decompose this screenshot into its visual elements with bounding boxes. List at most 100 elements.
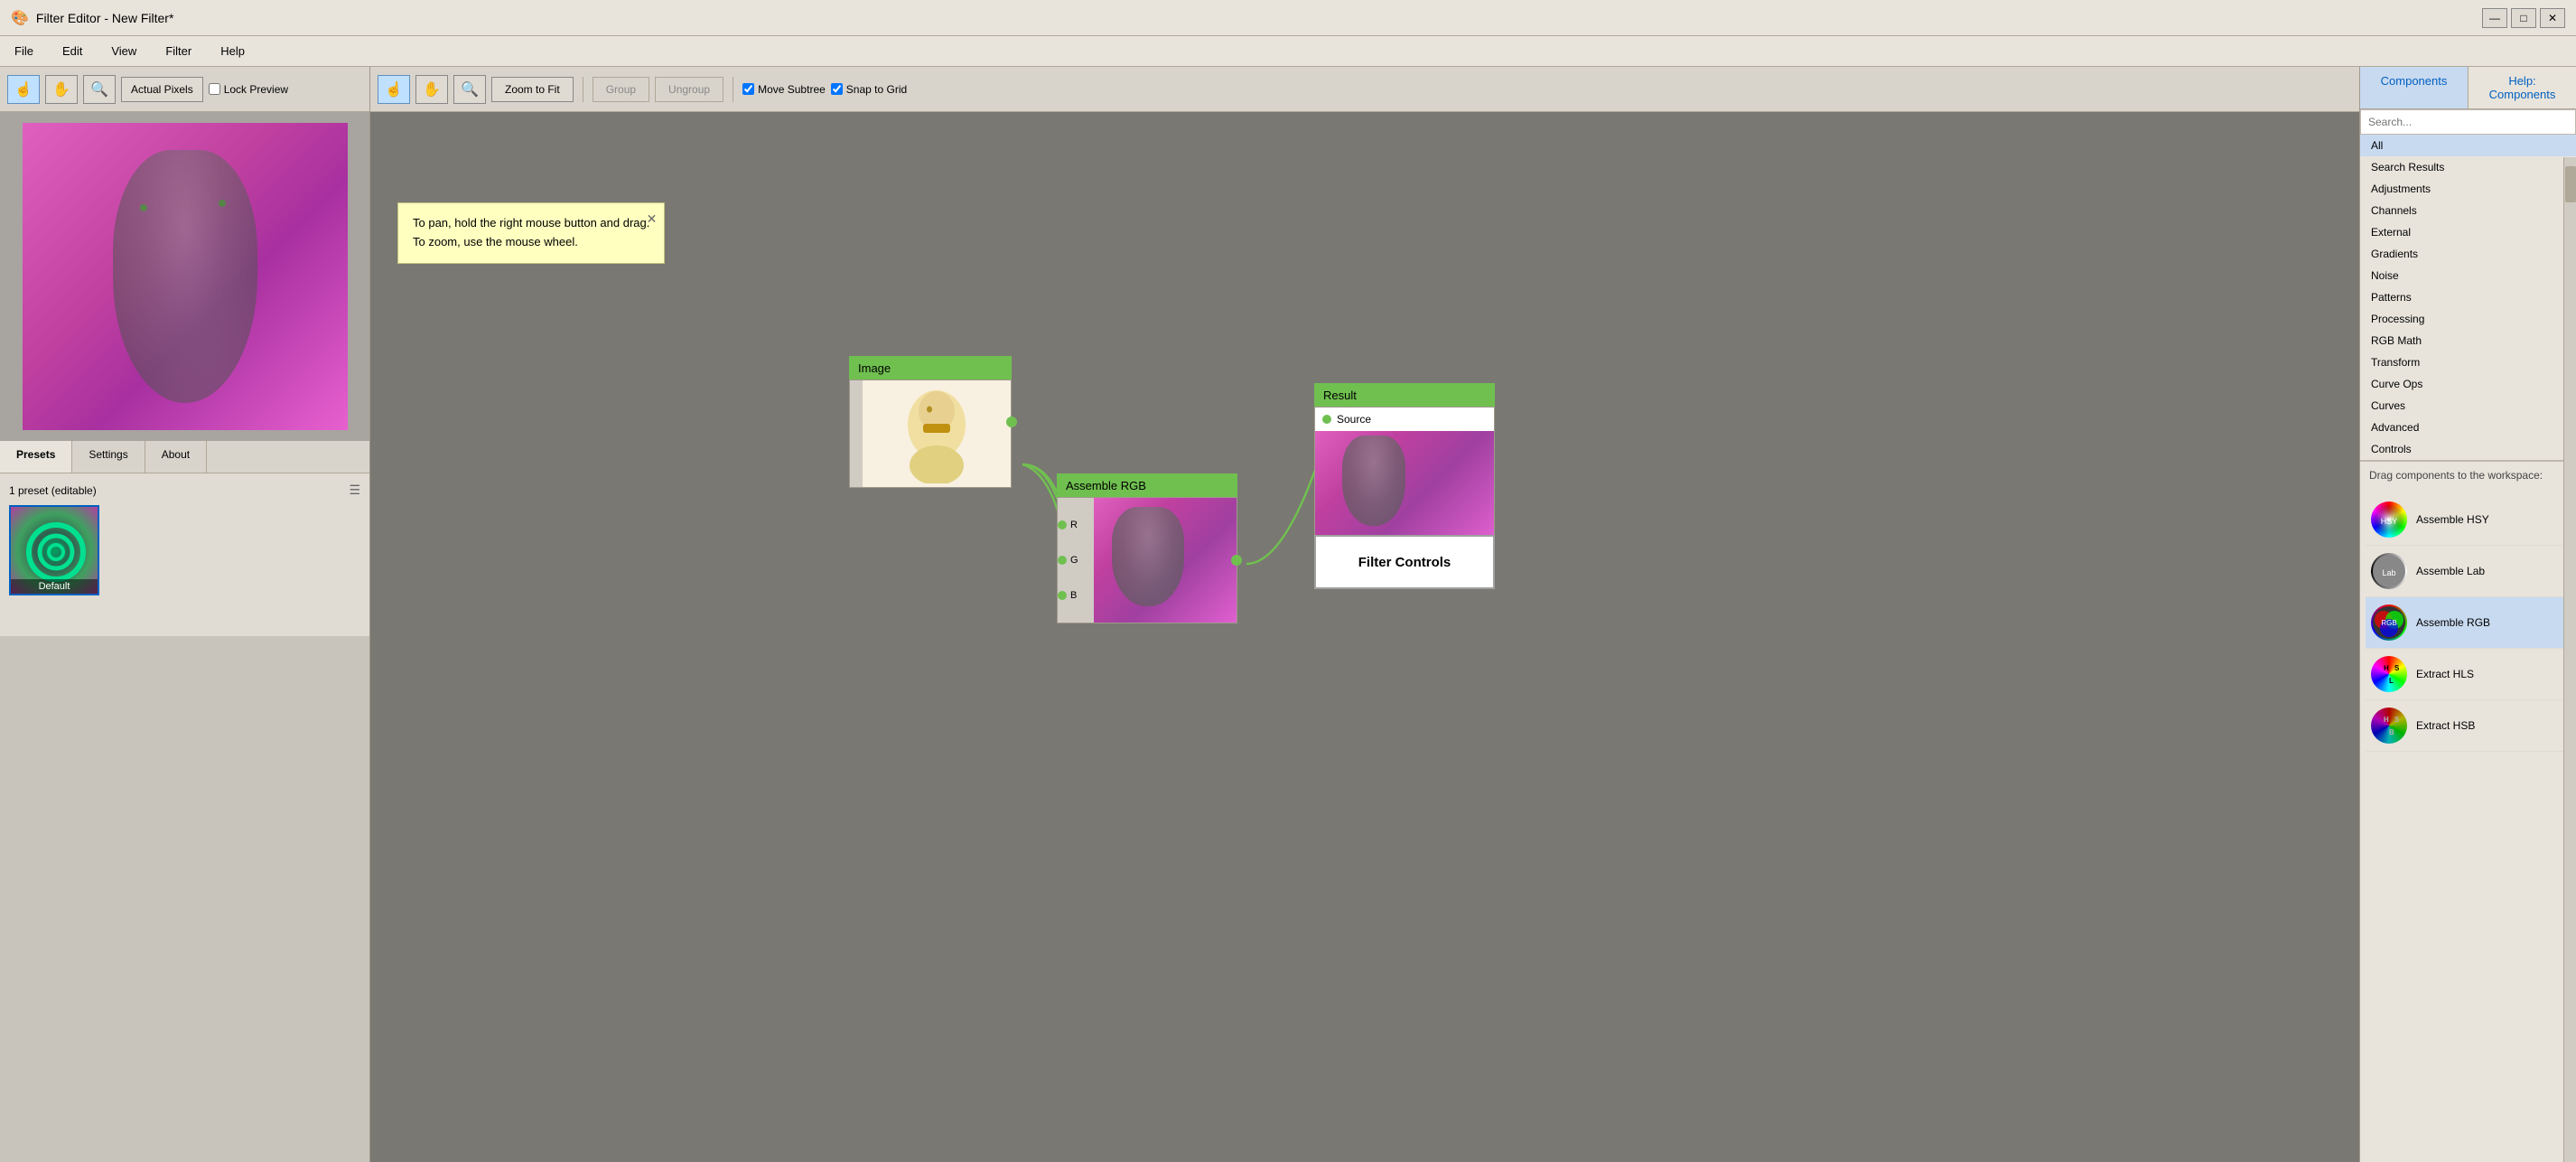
connections-svg — [370, 112, 2359, 1162]
tooltip-box: ✕ To pan, hold the right mouse button an… — [397, 202, 665, 264]
assemble-hsy-icon: HSY — [2371, 501, 2407, 538]
tooltip-line1: To pan, hold the right mouse button and … — [413, 214, 649, 233]
image-node[interactable]: Image — [849, 356, 1012, 488]
menu-edit[interactable]: Edit — [55, 41, 89, 61]
actual-pixels-button[interactable]: Actual Pixels — [121, 77, 203, 102]
result-preview — [1315, 431, 1494, 539]
extract-hls-label: Extract HLS — [2416, 668, 2474, 680]
assemble-lab-icon: Lab — [2371, 553, 2407, 589]
tooltip-line2: To zoom, use the mouse wheel. — [413, 233, 649, 252]
zoom-tool-button[interactable]: 🔍 — [83, 75, 116, 104]
snap-to-grid-checkbox[interactable] — [831, 83, 843, 95]
lock-preview-label[interactable]: Lock Preview — [209, 83, 288, 96]
component-list: HSY Assemble HSY Lab Assemble Lab — [2360, 489, 2576, 1162]
minimize-button[interactable]: — — [2482, 8, 2507, 28]
category-noise[interactable]: Noise — [2360, 265, 2576, 286]
menu-file[interactable]: File — [7, 41, 41, 61]
tab-about[interactable]: About — [145, 441, 207, 473]
canvas-pan-tool[interactable]: ✋ — [415, 75, 448, 104]
move-subtree-label[interactable]: Move Subtree — [742, 83, 826, 96]
category-external[interactable]: External — [2360, 221, 2576, 243]
assemble-output-port — [1231, 555, 1242, 566]
component-assemble-rgb[interactable]: RGB Assemble RGB — [2366, 597, 2571, 649]
scrollbar-thumb[interactable] — [2565, 166, 2576, 202]
category-gradients[interactable]: Gradients — [2360, 243, 2576, 265]
assemble-rgb-node[interactable]: Assemble RGB R G B — [1057, 473, 1237, 623]
result-node[interactable]: Result Source — [1314, 383, 1495, 540]
menu-view[interactable]: View — [104, 41, 144, 61]
category-adjustments[interactable]: Adjustments — [2360, 178, 2576, 200]
svg-text:B: B — [2389, 728, 2394, 736]
canvas-zoom-tool[interactable]: 🔍 — [453, 75, 486, 104]
assemble-hsy-label: Assemble HSY — [2416, 513, 2489, 526]
category-transform[interactable]: Transform — [2360, 351, 2576, 373]
tab-components[interactable]: Components — [2360, 67, 2469, 108]
menu-filter[interactable]: Filter — [158, 41, 199, 61]
duck-eye-right — [219, 200, 226, 207]
tooltip-close-button[interactable]: ✕ — [647, 209, 658, 229]
category-channels[interactable]: Channels — [2360, 200, 2576, 221]
filter-controls-body: Filter Controls — [1314, 535, 1495, 589]
image-node-title: Image — [858, 361, 891, 375]
category-all[interactable]: All — [2360, 135, 2576, 156]
category-curves[interactable]: Curves — [2360, 395, 2576, 417]
filter-controls-label: Filter Controls — [1358, 555, 1451, 570]
close-button[interactable]: ✕ — [2540, 8, 2565, 28]
lock-preview-checkbox[interactable] — [209, 83, 220, 95]
lock-preview-text: Lock Preview — [224, 83, 288, 96]
svg-text:RGB: RGB — [2381, 619, 2396, 627]
window-controls: — □ ✕ — [2482, 8, 2565, 28]
category-rgb-math[interactable]: RGB Math — [2360, 330, 2576, 351]
canvas-arrow-tool[interactable]: ☝ — [378, 75, 410, 104]
component-extract-hls[interactable]: H S L Extract HLS — [2366, 649, 2571, 700]
component-extract-hsb[interactable]: H S B Extract HSB — [2366, 700, 2571, 752]
category-advanced[interactable]: Advanced — [2360, 417, 2576, 438]
components-search-input[interactable] — [2360, 109, 2576, 135]
tab-settings[interactable]: Settings — [72, 441, 145, 473]
tab-presets[interactable]: Presets — [0, 441, 72, 473]
port-g-label: G — [1070, 555, 1078, 566]
pan-tool-button[interactable]: ✋ — [45, 75, 78, 104]
category-curve-ops[interactable]: Curve Ops — [2360, 373, 2576, 395]
category-controls[interactable]: Controls — [2360, 438, 2576, 460]
preview-canvas — [23, 123, 348, 430]
category-search-results[interactable]: Search Results — [2360, 156, 2576, 178]
snap-to-grid-label[interactable]: Snap to Grid — [831, 83, 907, 96]
svg-text:L: L — [2389, 677, 2394, 685]
title-bar: 🎨 Filter Editor - New Filter* — □ ✕ — [0, 0, 2576, 36]
zoom-fit-button[interactable]: Zoom to Fit — [491, 77, 574, 102]
assemble-thumb — [1094, 498, 1237, 623]
presets-list-icon[interactable]: ☰ — [349, 483, 360, 498]
result-source-row: Source — [1315, 408, 1494, 431]
snap-to-grid-text: Snap to Grid — [846, 83, 907, 96]
filter-controls-node[interactable]: Filter Controls — [1314, 535, 1495, 589]
canvas-workspace[interactable]: ✕ To pan, hold the right mouse button an… — [370, 112, 2359, 1162]
duck-in-result — [1342, 436, 1405, 526]
component-assemble-lab[interactable]: Lab Assemble Lab — [2366, 546, 2571, 597]
maximize-button[interactable]: □ — [2511, 8, 2536, 28]
svg-text:S: S — [2394, 716, 2400, 724]
center-area: ☝ ✋ 🔍 Zoom to Fit Group Ungroup Move Sub… — [370, 67, 2359, 1162]
tab-help-components[interactable]: Help: Components — [2469, 67, 2576, 108]
port-r-label: R — [1070, 520, 1078, 530]
presets-grid: Default — [9, 505, 360, 595]
group-button[interactable]: Group — [593, 77, 649, 102]
result-node-title: Result — [1323, 389, 1357, 402]
ungroup-button[interactable]: Ungroup — [655, 77, 723, 102]
assemble-rgb-label: Assemble RGB — [2416, 616, 2490, 629]
presets-count-text: 1 preset (editable) — [9, 484, 97, 497]
arrow-tool-button[interactable]: ☝ — [7, 75, 40, 104]
window-title: Filter Editor - New Filter* — [36, 11, 173, 25]
component-assemble-hsy[interactable]: HSY Assemble HSY — [2366, 494, 2571, 546]
move-subtree-checkbox[interactable] — [742, 83, 754, 95]
presets-count: 1 preset (editable) ☰ — [9, 483, 360, 498]
port-r — [1058, 520, 1067, 529]
right-panel-scrollbar[interactable] — [2563, 157, 2576, 1162]
preset-item-default[interactable]: Default — [9, 505, 99, 595]
result-source-label: Source — [1337, 413, 1371, 426]
menu-help[interactable]: Help — [213, 41, 252, 61]
category-processing[interactable]: Processing — [2360, 308, 2576, 330]
left-panel: ☝ ✋ 🔍 Actual Pixels Lock Preview — [0, 67, 370, 1162]
category-patterns[interactable]: Patterns — [2360, 286, 2576, 308]
svg-text:HSY: HSY — [2381, 517, 2398, 526]
